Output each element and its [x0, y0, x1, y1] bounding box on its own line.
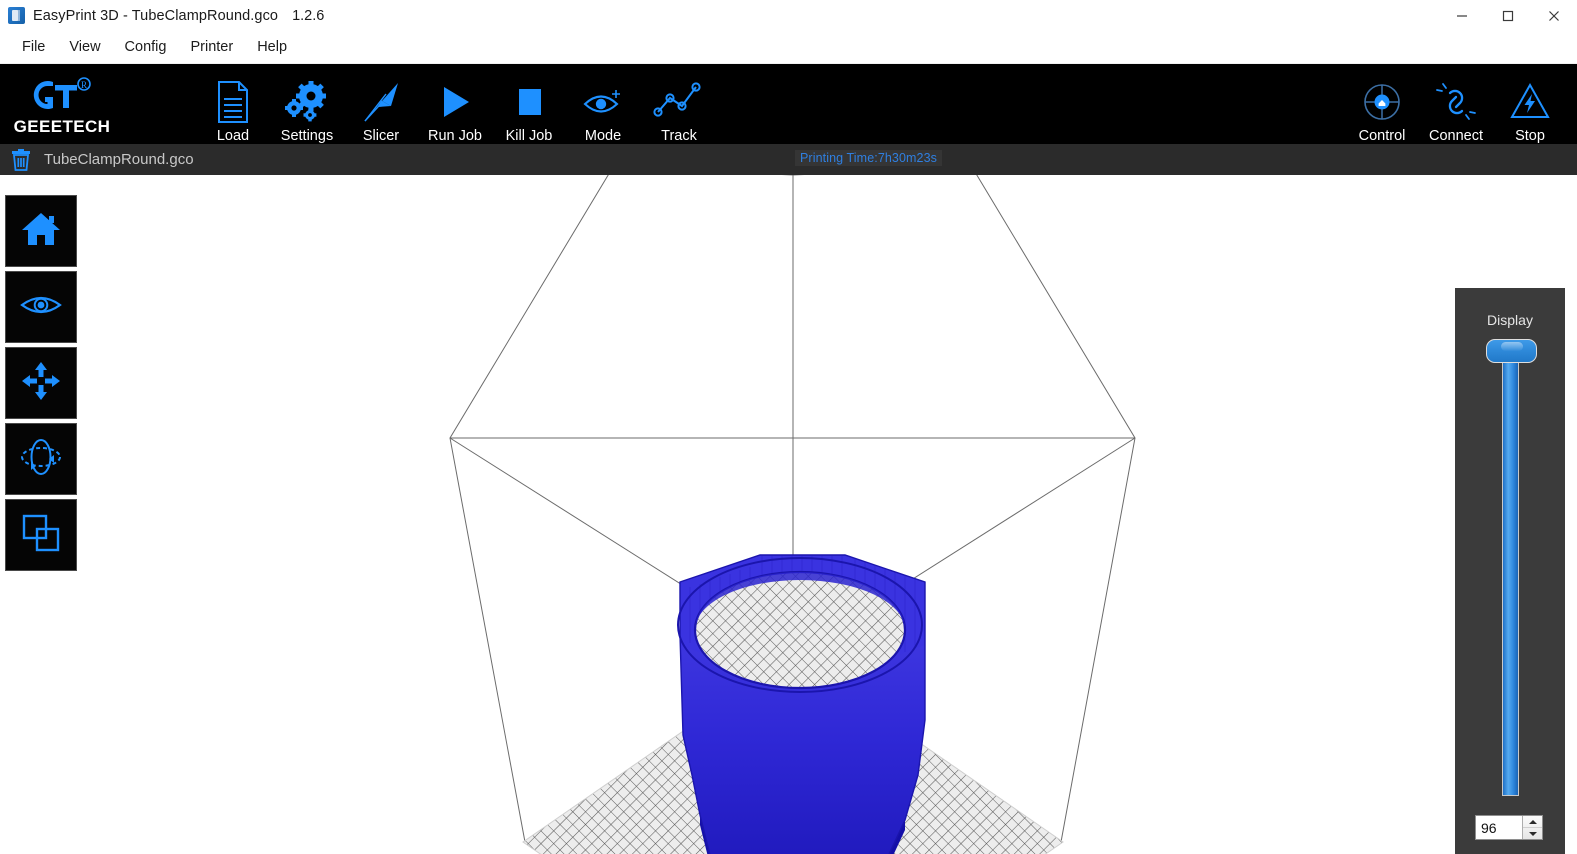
close-icon — [1547, 9, 1561, 23]
sliced-model — [678, 555, 925, 854]
trash-icon[interactable] — [10, 148, 32, 172]
mode-button[interactable]: Mode — [566, 72, 640, 144]
layer-number-input[interactable]: 96 — [1475, 815, 1543, 840]
toolbar-right-group: Control Connect — [1345, 72, 1567, 144]
caret-up-icon — [1529, 820, 1537, 824]
app-logo-icon — [8, 7, 25, 24]
brand-logo: R GEEETECH — [8, 76, 116, 137]
layer-increment-button[interactable] — [1523, 816, 1542, 827]
track-button[interactable]: Track — [640, 72, 718, 144]
menu-item-help[interactable]: Help — [245, 34, 299, 60]
main-toolbar: R GEEETECH Load — [0, 64, 1577, 150]
view-mode-button[interactable] — [5, 271, 77, 343]
blade-icon — [358, 78, 404, 126]
loaded-filename: TubeClampRound.gco — [44, 151, 194, 168]
play-icon — [435, 78, 475, 126]
layer-slider-track — [1503, 343, 1518, 795]
stop-button[interactable]: Stop — [1493, 72, 1567, 144]
slicer-label: Slicer — [363, 128, 399, 144]
minimize-icon — [1455, 9, 1469, 23]
view-tool-rail — [5, 195, 77, 575]
document-icon — [213, 78, 253, 126]
stop-square-icon — [509, 78, 549, 126]
layer-stepper — [1522, 816, 1542, 839]
scale-button[interactable] — [5, 499, 77, 571]
control-dial-icon — [1359, 78, 1405, 126]
connect-button[interactable]: Connect — [1419, 72, 1493, 144]
menu-item-view[interactable]: View — [57, 34, 112, 60]
menu-item-config[interactable]: Config — [113, 34, 179, 60]
control-button[interactable]: Control — [1345, 72, 1419, 144]
run-job-label: Run Job — [428, 128, 482, 144]
track-label: Track — [661, 128, 697, 144]
brand-name: GEEETECH — [14, 117, 111, 137]
menu-item-printer[interactable]: Printer — [178, 34, 245, 60]
run-job-button[interactable]: Run Job — [418, 72, 492, 144]
maximize-icon — [1501, 9, 1515, 23]
line-graph-icon — [652, 78, 706, 126]
load-label: Load — [217, 128, 249, 144]
move-button[interactable] — [5, 347, 77, 419]
menu-bar: File View Config Printer Help — [0, 31, 1577, 64]
warning-bolt-icon — [1507, 78, 1553, 126]
minimize-button[interactable] — [1439, 0, 1485, 31]
layer-slider[interactable] — [1502, 342, 1519, 796]
toolbar-left-group: Load — [196, 72, 718, 144]
home-view-button[interactable] — [5, 195, 77, 267]
kill-job-button[interactable]: Kill Job — [492, 72, 566, 144]
rotate-button[interactable] — [5, 423, 77, 495]
settings-button[interactable]: Settings — [270, 72, 344, 144]
viewport-scene — [0, 175, 1577, 854]
caret-down-icon — [1529, 832, 1537, 836]
print-time-badge: Printing Time:7h30m23s — [795, 150, 942, 166]
broken-link-icon — [1433, 78, 1479, 126]
window-title: EasyPrint 3D - TubeClampRound.gco — [33, 8, 278, 24]
control-label: Control — [1359, 128, 1406, 144]
layer-slider-handle[interactable] — [1486, 339, 1537, 363]
window-controls — [1439, 0, 1577, 31]
app-version: 1.2.6 — [292, 8, 324, 24]
menu-item-file[interactable]: File — [10, 34, 57, 60]
display-panel: Display 96 — [1455, 288, 1565, 854]
gt-logo-icon: R — [23, 76, 101, 116]
scale-squares-icon — [20, 512, 62, 559]
title-bar: EasyPrint 3D - TubeClampRound.gco 1.2.6 — [0, 0, 1577, 31]
mode-label: Mode — [585, 128, 621, 144]
home-icon — [20, 208, 62, 255]
model-viewport[interactable] — [0, 175, 1577, 854]
file-bar: TubeClampRound.gco Printing Time:7h30m23… — [0, 144, 1577, 175]
display-panel-title: Display — [1455, 312, 1565, 328]
close-button[interactable] — [1531, 0, 1577, 31]
kill-job-label: Kill Job — [506, 128, 553, 144]
move-arrows-icon — [20, 360, 62, 407]
layer-value[interactable]: 96 — [1476, 816, 1522, 839]
connect-label: Connect — [1429, 128, 1483, 144]
stop-label: Stop — [1515, 128, 1545, 144]
rotate-icon — [19, 436, 63, 483]
settings-label: Settings — [281, 128, 333, 144]
slicer-button[interactable]: Slicer — [344, 72, 418, 144]
load-button[interactable]: Load — [196, 72, 270, 144]
maximize-button[interactable] — [1485, 0, 1531, 31]
svg-text:R: R — [81, 80, 87, 90]
layer-decrement-button[interactable] — [1523, 827, 1542, 839]
eye-plus-icon — [580, 78, 626, 126]
gears-icon — [284, 78, 330, 126]
eye-icon — [19, 290, 63, 325]
